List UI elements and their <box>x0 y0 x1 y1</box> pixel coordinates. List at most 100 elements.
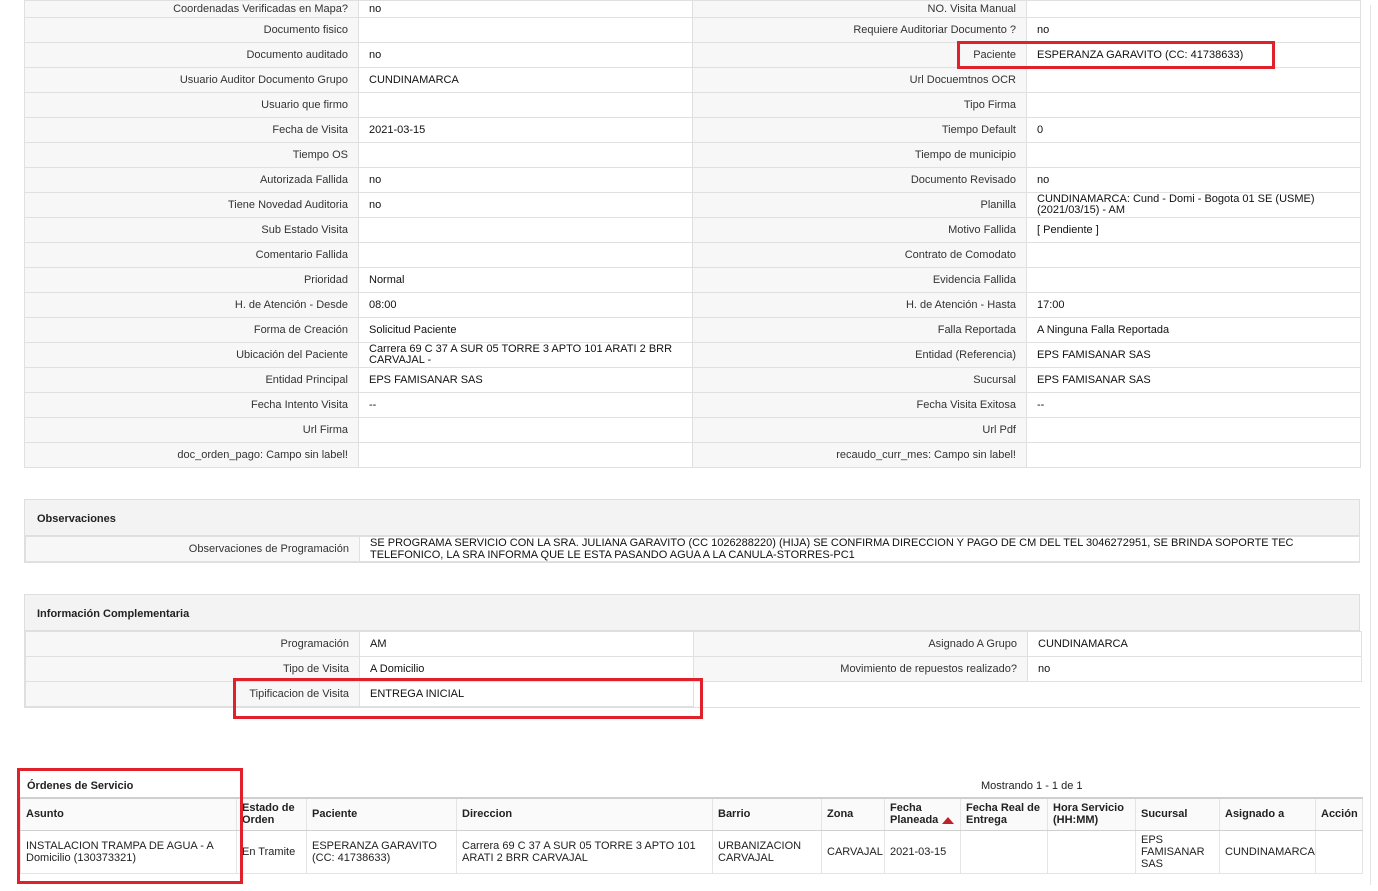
value-sucursal: EPS FAMISANAR SAS <box>1026 367 1361 393</box>
label-h-de-atencion-hasta: H. de Atención - Hasta <box>692 292 1027 318</box>
column-header-asunto[interactable]: Asunto <box>20 797 237 831</box>
value-entidad-principal: EPS FAMISANAR SAS <box>358 367 693 393</box>
detail-row: Forma de Creación Solicitud Paciente Falla… <box>24 317 1361 343</box>
label-ubicacion-del-paciente: Ubicación del Paciente <box>24 342 359 368</box>
value-sub-estado-visita <box>358 217 693 243</box>
detail-row: Usuario que firmo Tipo Firma <box>24 92 1361 118</box>
label-asignado-a-grupo: Asignado A Grupo <box>693 631 1028 657</box>
detail-row: Autorizada Fallida no Documento Revisado no <box>24 167 1361 193</box>
value-entidad-referencia: EPS FAMISANAR SAS <box>1026 342 1361 368</box>
label-autorizada-fallida: Autorizada Fallida <box>24 167 359 193</box>
label-fecha-visita-exitosa: Fecha Visita Exitosa <box>692 392 1027 418</box>
column-header-label: Paciente <box>312 808 358 821</box>
value-fecha-visita-exitosa: -- <box>1026 392 1361 418</box>
column-header-label: Fecha Real de Entrega <box>966 802 1040 827</box>
label-tipo-de-visita: Tipo de Visita <box>25 656 360 682</box>
detail-row: Tiempo OS Tiempo de municipio <box>24 142 1361 168</box>
info-complementaria-title: Información Complementaria <box>25 595 1359 631</box>
column-header-label: Barrio <box>718 808 751 821</box>
column-header-estado-de-orden[interactable]: Estado de Orden <box>236 797 307 831</box>
cell-direccion: Carrera 69 C 37 A SUR 05 TORRE 3 APTO 10… <box>456 829 713 874</box>
label-documento-revisado: Documento Revisado <box>692 167 1027 193</box>
detail-row: Documento auditado no Paciente ESPERANZA GA… <box>24 42 1361 68</box>
value-tiempo-default: 0 <box>1026 117 1361 143</box>
page-scrollbar[interactable] <box>1370 5 1376 885</box>
info-complementaria-table: Programación AM Asignado A Grupo CUNDINAMAR… <box>25 631 1362 707</box>
column-header-label: Sucursal <box>1141 808 1188 821</box>
column-header-fecha-real-de-entrega[interactable]: Fecha Real de Entrega <box>960 797 1048 831</box>
column-header-label: Asunto <box>26 808 64 821</box>
label-entidad-referencia: Entidad (Referencia) <box>692 342 1027 368</box>
visit-detail-panel: Coordenadas Verificadas en Mapa? no NO. Vi… <box>24 0 1361 468</box>
label-url-firma: Url Firma <box>24 417 359 443</box>
cell-barrio: URBANIZACION CARVAJAL <box>712 829 822 874</box>
column-header-label: Fecha Planeada <box>890 802 939 827</box>
label-recaudo-curr-mes-campo-sin-label: recaudo_curr_mes: Campo sin label! <box>692 442 1027 468</box>
value-h-de-atencion-desde: 08:00 <box>358 292 693 318</box>
info-complementaria-section: Información Complementaria Programación A… <box>24 594 1362 708</box>
detail-row: Coordenadas Verificadas en Mapa? no NO. Vi… <box>24 0 1361 18</box>
cell-fecha-real-de-entrega <box>960 829 1048 874</box>
label-tiempo-default: Tiempo Default <box>692 117 1027 143</box>
label-sub-estado-visita: Sub Estado Visita <box>24 217 359 243</box>
value-url-firma <box>358 417 693 443</box>
table-row[interactable]: INSTALACION TRAMPA DE AGUA - A Domicilio… <box>20 829 1363 874</box>
value-forma-de-creacion: Solicitud Paciente <box>358 317 693 343</box>
detail-row: Usuario Auditor Documento Grupo CUNDINAMA… <box>24 67 1361 93</box>
label-tiempo-os: Tiempo OS <box>24 142 359 168</box>
label-fecha-de-visita: Fecha de Visita <box>24 117 359 143</box>
ordenes-servicio-table: Asunto Estado de Orden Paciente Direccion Ba… <box>20 797 1363 874</box>
value-fecha-de-visita: 2021-03-15 <box>358 117 693 143</box>
value-contrato-de-comodato <box>1026 242 1361 268</box>
sort-ascending-icon[interactable] <box>942 816 955 824</box>
value-fecha-intento-visita: -- <box>358 392 693 418</box>
label-url-pdf: Url Pdf <box>692 417 1027 443</box>
label-comentario-fallida: Comentario Fallida <box>24 242 359 268</box>
label-url-docuemtnos-ocr: Url Docuemtnos OCR <box>692 67 1027 93</box>
label-paciente: Paciente <box>692 42 1027 68</box>
label-tiene-novedad-auditoria: Tiene Novedad Auditoria <box>24 192 359 218</box>
detail-row: doc_orden_pago: Campo sin label! recaudo_… <box>24 442 1361 468</box>
value-tipificacion-de-visita: ENTREGA INICIAL <box>359 681 694 707</box>
cell-paciente: ESPERANZA GARAVITO (CC: 41738633) <box>306 829 457 874</box>
value-tipo-de-visita: A Domicilio <box>359 656 694 682</box>
pagination-summary: Mostrando 1 - 1 de 1 <box>981 780 1083 792</box>
column-header-barrio[interactable]: Barrio <box>712 797 822 831</box>
cell-estado-de-orden: En Tramite <box>236 829 307 874</box>
column-header-label: Zona <box>827 808 854 821</box>
value-programacion: AM <box>359 631 694 657</box>
value-recaudo-curr-mes-campo-sin-label <box>1026 442 1361 468</box>
column-header-paciente[interactable]: Paciente <box>306 797 457 831</box>
value-requiere-auditoriar-documento: no <box>1026 17 1361 43</box>
column-header-asignado-a[interactable]: Asignado a <box>1219 797 1316 831</box>
column-header-label: Estado de Orden <box>242 802 295 827</box>
label-contrato-de-comodato: Contrato de Comodato <box>692 242 1027 268</box>
value-documento-fisico <box>358 17 693 43</box>
cell-accion <box>1315 829 1363 874</box>
label-documento-fisico: Documento fisico <box>24 17 359 43</box>
column-header-direccion[interactable]: Direccion <box>456 797 713 831</box>
value-documento-auditado: no <box>358 42 693 68</box>
value-prioridad: Normal <box>358 267 693 293</box>
value-h-de-atencion-hasta: 17:00 <box>1026 292 1361 318</box>
column-header-label: Direccion <box>462 808 513 821</box>
label-requiere-auditoriar-documento: Requiere Auditoriar Documento ? <box>692 17 1027 43</box>
detail-row: Prioridad Normal Evidencia Fallida <box>24 267 1361 293</box>
detail-row: Fecha Intento Visita -- Fecha Visita Exito… <box>24 392 1361 418</box>
detail-row: Ubicación del Paciente Carrera 69 C 37 A … <box>24 342 1361 368</box>
visit-detail-table: Coordenadas Verificadas en Mapa? no NO. Vi… <box>24 0 1361 468</box>
label-entidad-principal: Entidad Principal <box>24 367 359 393</box>
observaciones-title: Observaciones <box>25 500 1359 536</box>
cell-asignado-a: CUNDINAMARCA <box>1219 829 1316 874</box>
label-fecha-intento-visita: Fecha Intento Visita <box>24 392 359 418</box>
column-header-sucursal[interactable]: Sucursal <box>1135 797 1220 831</box>
label-prioridad: Prioridad <box>24 267 359 293</box>
detail-row: Entidad Principal EPS FAMISANAR SAS Sucurs… <box>24 367 1361 393</box>
column-header-zona[interactable]: Zona <box>821 797 885 831</box>
column-header-hora-servicio-hh-mm[interactable]: Hora Servicio (HH:MM) <box>1047 797 1136 831</box>
value-ubicacion-del-paciente: Carrera 69 C 37 A SUR 05 TORRE 3 APTO 10… <box>358 342 693 368</box>
label-usuario-auditor-documento-grupo: Usuario Auditor Documento Grupo <box>24 67 359 93</box>
column-header-fecha-planeada[interactable]: Fecha Planeada <box>884 797 961 831</box>
column-header-accion[interactable]: Acción <box>1315 797 1363 831</box>
value-asignado-a-grupo: CUNDINAMARCA <box>1027 631 1362 657</box>
